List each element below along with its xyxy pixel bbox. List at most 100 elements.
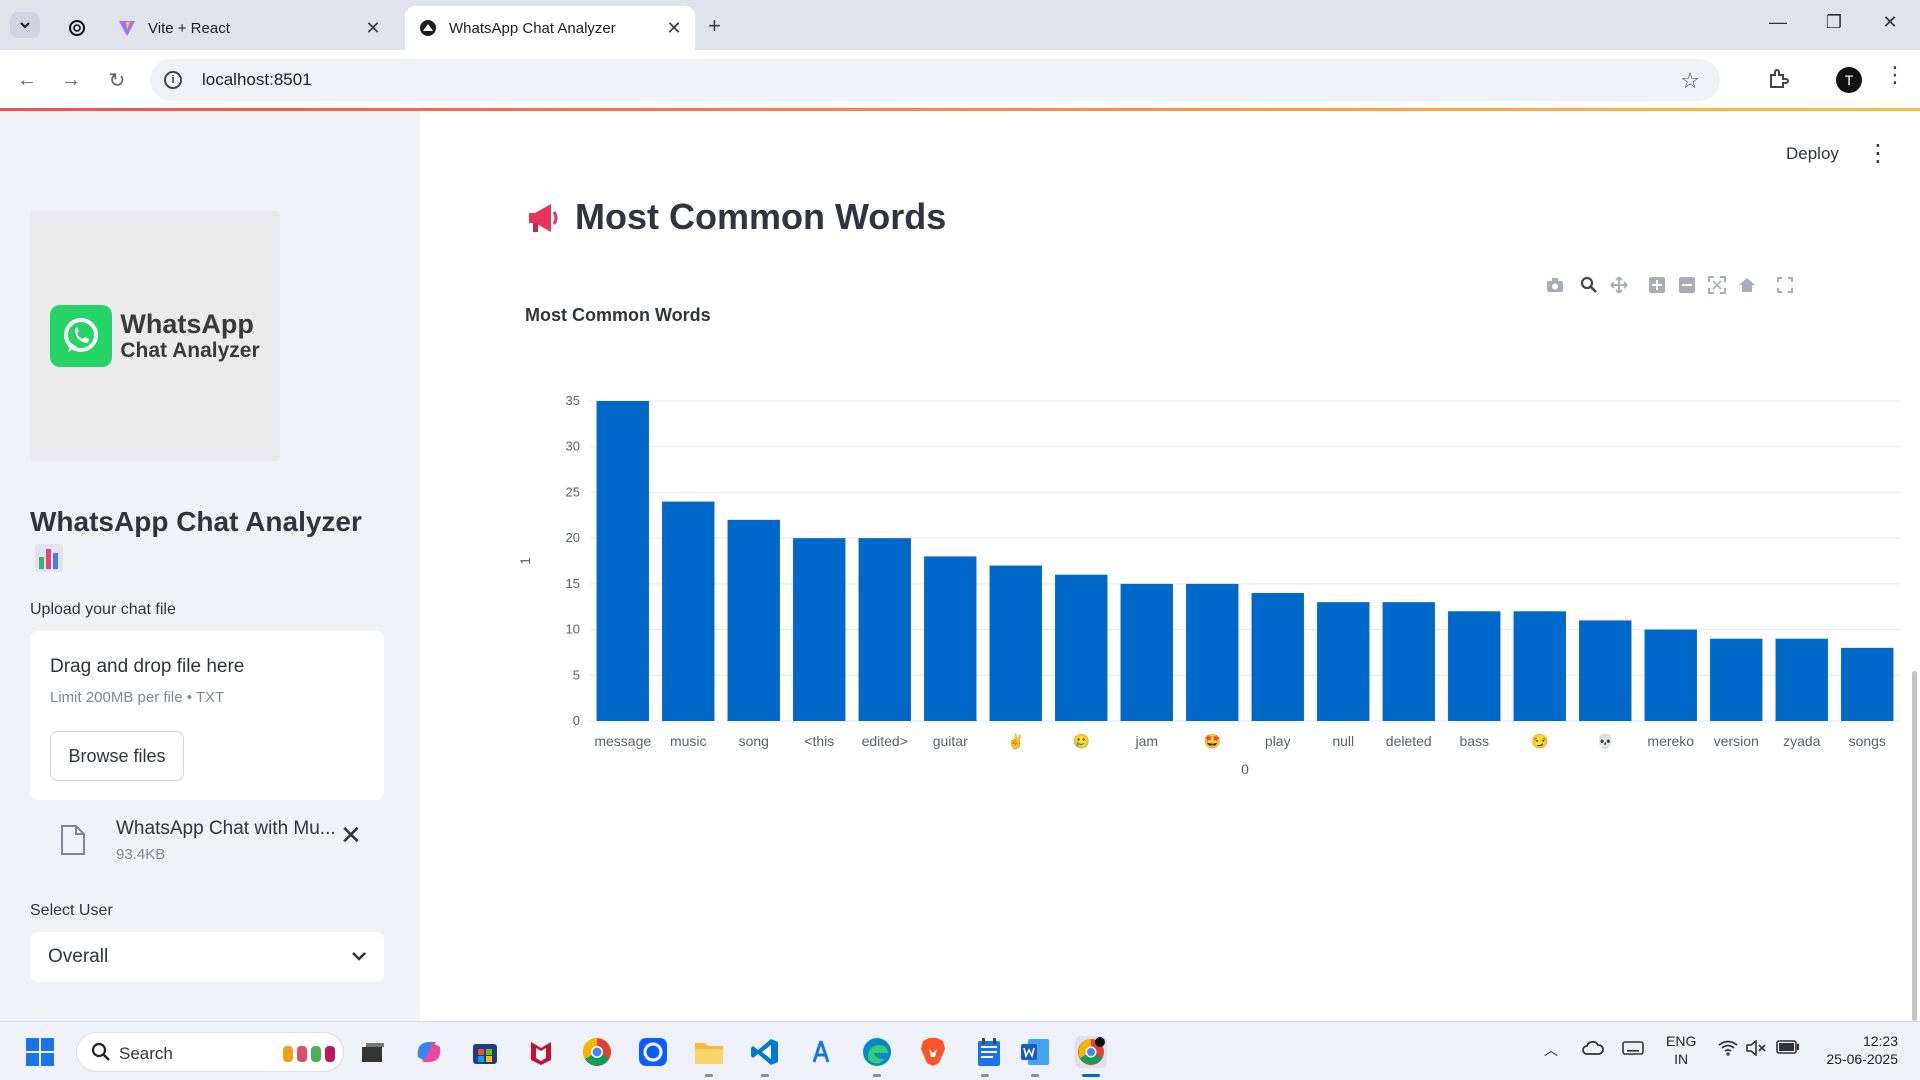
search-icon bbox=[91, 1042, 110, 1061]
edge-icon[interactable] bbox=[861, 1036, 893, 1068]
browser-menu-icon[interactable]: ⋮ bbox=[1884, 64, 1906, 86]
file-explorer-icon[interactable] bbox=[693, 1036, 725, 1068]
bar bbox=[1644, 629, 1697, 721]
extensions-icon[interactable] bbox=[1766, 67, 1790, 91]
autoscale-icon[interactable] bbox=[1702, 273, 1732, 297]
reset-axes-icon[interactable] bbox=[1732, 273, 1762, 297]
running-indicator bbox=[705, 1074, 713, 1077]
bar bbox=[1710, 638, 1763, 721]
system-clock[interactable]: 12:23 25-06-2025 bbox=[1818, 1032, 1898, 1068]
y-tick-label: 5 bbox=[573, 667, 580, 682]
task-view-icon[interactable] bbox=[357, 1036, 389, 1068]
sidebar-title: WhatsApp Chat Analyzer bbox=[30, 506, 362, 537]
wifi-icon[interactable] bbox=[1718, 1040, 1738, 1059]
uploaded-file: WhatsApp Chat with Mu... 93.4KB ✕ bbox=[30, 816, 384, 876]
minimize-icon[interactable]: — bbox=[1766, 12, 1790, 33]
x-axis-title: 0 bbox=[1241, 761, 1249, 777]
battery-icon[interactable] bbox=[1776, 1040, 1800, 1057]
zoom-out-icon[interactable] bbox=[1672, 273, 1702, 297]
x-tick-label: message bbox=[594, 733, 651, 749]
app-store-icon[interactable] bbox=[805, 1036, 837, 1068]
bar bbox=[1448, 611, 1501, 721]
bar bbox=[727, 519, 780, 721]
running-indicator bbox=[761, 1074, 769, 1077]
address-bar[interactable]: i localhost:8501 ☆ bbox=[150, 59, 1720, 101]
tab-search-button[interactable] bbox=[10, 12, 40, 38]
taskbar-search[interactable]: Search bbox=[76, 1032, 344, 1072]
file-dropzone[interactable]: Drag and drop file here Limit 200MB per … bbox=[30, 631, 384, 800]
zoom-icon[interactable] bbox=[1574, 273, 1604, 297]
zoom-app-icon[interactable] bbox=[637, 1036, 669, 1068]
browse-files-button[interactable]: Browse files bbox=[50, 731, 184, 781]
x-tick-label: music bbox=[670, 733, 707, 749]
chrome-icon[interactable] bbox=[581, 1036, 613, 1068]
brave-icon[interactable] bbox=[917, 1036, 949, 1068]
dropzone-limit: Limit 200MB per file • TXT bbox=[50, 689, 225, 706]
active-indicator bbox=[1082, 1074, 1100, 1077]
back-icon[interactable]: ← bbox=[14, 67, 40, 93]
notepad-icon[interactable] bbox=[973, 1036, 1005, 1068]
tab-whatsapp-analyzer[interactable]: WhatsApp Chat Analyzer ✕ bbox=[405, 6, 695, 50]
x-tick-label: 😏 bbox=[1531, 733, 1548, 749]
new-tab-icon[interactable]: + bbox=[708, 13, 721, 39]
bar bbox=[1382, 602, 1435, 721]
chart-title: Most Common Words bbox=[525, 305, 711, 325]
y-tick-label: 20 bbox=[566, 530, 580, 545]
chrome-active-icon[interactable] bbox=[1075, 1036, 1107, 1068]
zoom-in-icon[interactable] bbox=[1642, 273, 1672, 297]
bookmark-star-icon[interactable]: ☆ bbox=[1680, 68, 1700, 94]
copilot-icon[interactable] bbox=[413, 1036, 445, 1068]
bar bbox=[1251, 593, 1304, 721]
clock-time: 12:23 bbox=[1862, 1033, 1898, 1049]
windows-start-icon[interactable] bbox=[26, 1038, 54, 1066]
region-code: IN bbox=[1674, 1051, 1689, 1067]
language-indicator[interactable]: ENG IN bbox=[1666, 1032, 1696, 1068]
keyboard-icon[interactable] bbox=[1622, 1040, 1644, 1059]
bar-chart-emoji-icon bbox=[34, 543, 64, 573]
select-user-dropdown[interactable]: Overall bbox=[30, 932, 384, 982]
deploy-button[interactable]: Deploy bbox=[1786, 144, 1839, 164]
selected-user: Overall bbox=[48, 946, 109, 967]
bar bbox=[596, 401, 649, 721]
onedrive-icon[interactable] bbox=[1582, 1040, 1604, 1059]
forward-icon[interactable]: → bbox=[58, 67, 84, 93]
word-icon[interactable] bbox=[1019, 1036, 1051, 1068]
remove-file-icon[interactable]: ✕ bbox=[340, 820, 362, 851]
bar bbox=[924, 556, 977, 721]
tab-vite-react[interactable]: Vite + React ✕ bbox=[104, 6, 394, 50]
running-indicator bbox=[981, 1074, 989, 1077]
volume-muted-icon[interactable] bbox=[1746, 1039, 1766, 1059]
mcafee-icon[interactable] bbox=[525, 1036, 557, 1068]
close-tab-icon[interactable]: ✕ bbox=[665, 18, 683, 38]
x-tick-label: songs bbox=[1849, 733, 1886, 749]
bar bbox=[989, 565, 1042, 721]
fullscreen-icon[interactable] bbox=[1770, 273, 1800, 297]
file-icon bbox=[60, 824, 86, 856]
close-window-icon[interactable]: ✕ bbox=[1878, 12, 1902, 33]
y-tick-label: 30 bbox=[566, 439, 580, 454]
whatsapp-icon bbox=[50, 305, 113, 367]
main-content: Deploy ⋮ Most Common Words Most Common W… bbox=[420, 111, 1920, 1021]
vscode-icon[interactable] bbox=[749, 1036, 781, 1068]
openai-icon bbox=[68, 19, 86, 37]
app-menu-icon[interactable]: ⋮ bbox=[1866, 139, 1890, 168]
microsoft-store-icon[interactable] bbox=[469, 1036, 501, 1068]
site-info-icon[interactable]: i bbox=[164, 71, 182, 89]
x-tick-label: bass bbox=[1459, 733, 1489, 749]
x-tick-label: ✌️ bbox=[1007, 732, 1024, 750]
megaphone-icon bbox=[525, 199, 563, 237]
camera-icon[interactable] bbox=[1540, 273, 1570, 297]
tab-openai[interactable] bbox=[58, 6, 98, 50]
logo-line-1: WhatsApp bbox=[120, 308, 254, 339]
y-tick-label: 10 bbox=[566, 622, 580, 637]
chart-modebar bbox=[1540, 273, 1800, 297]
scrollbar[interactable] bbox=[1912, 671, 1917, 1021]
reload-icon[interactable]: ↻ bbox=[104, 67, 130, 93]
close-tab-icon[interactable]: ✕ bbox=[364, 18, 382, 38]
y-tick-label: 25 bbox=[566, 484, 580, 499]
restore-icon[interactable]: ❐ bbox=[1822, 12, 1846, 33]
show-hidden-icons[interactable]: ︿ bbox=[1544, 1040, 1558, 1060]
taskbar-search-label: Search bbox=[119, 1044, 173, 1063]
pan-icon[interactable] bbox=[1604, 273, 1634, 297]
profile-avatar[interactable]: T bbox=[1836, 67, 1862, 93]
